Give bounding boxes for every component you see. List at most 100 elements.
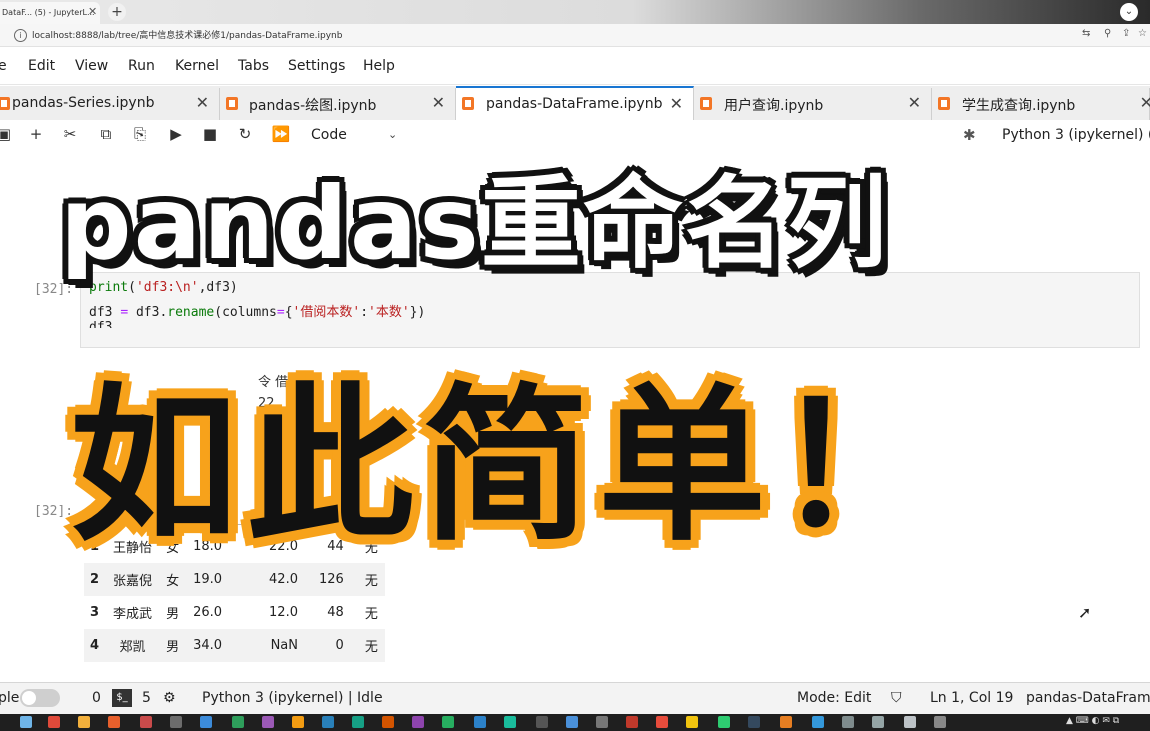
taskbar-app-icon[interactable] — [382, 716, 394, 728]
taskbar-app-icon[interactable] — [322, 716, 334, 728]
simple-mode-toggle[interactable] — [20, 689, 60, 707]
tab-pandas-dataframe[interactable]: pandas-DataFrame.ipynb ✕ — [456, 86, 694, 120]
new-tab-button[interactable]: + — [108, 3, 126, 21]
taskbar-app-icon[interactable] — [504, 716, 516, 728]
banner-subtitle: 如此简单！ — [70, 368, 950, 564]
taskbar-app-icon[interactable] — [842, 716, 854, 728]
address-url[interactable]: localhost:8888/lab/tree/高中信息技术课必修1/panda… — [32, 28, 342, 41]
taskbar-app-icon[interactable] — [626, 716, 638, 728]
stop-icon[interactable]: ■ — [200, 125, 220, 143]
notebook-icon — [700, 97, 712, 110]
bug-icon[interactable]: ✱ — [963, 126, 976, 144]
output-prompt: [32]: — [34, 504, 74, 519]
info-icon[interactable]: i — [14, 29, 27, 42]
taskbar-app-icon[interactable] — [78, 716, 90, 728]
share-icon[interactable]: ⇪ — [1122, 28, 1130, 39]
taskbar-app-icon[interactable] — [20, 716, 32, 728]
notebook-icon — [226, 97, 238, 110]
tab-label: pandas-Series.ipynb — [12, 95, 155, 111]
cursor-position[interactable]: Ln 1, Col 19 — [930, 690, 1013, 706]
tab-label: 学生成查询.ipynb — [962, 98, 1076, 114]
taskbar-app-icon[interactable] — [656, 716, 668, 728]
taskbar-app-icon[interactable] — [352, 716, 364, 728]
taskbar-app-icon[interactable] — [718, 716, 730, 728]
kernel-status[interactable]: Python 3 (ipykernel) | Idle — [202, 690, 383, 706]
tab-user-query[interactable]: 用户查询.ipynb ✕ — [694, 88, 932, 120]
translate-icon[interactable]: ⇆ — [1082, 28, 1090, 39]
taskbar-app-icon[interactable] — [292, 716, 304, 728]
taskbar-app-icon[interactable] — [536, 716, 548, 728]
taskbar-app-icon[interactable] — [442, 716, 454, 728]
mouse-cursor-icon: ➚ — [1078, 603, 1092, 622]
taskbar-app-icon[interactable] — [200, 716, 212, 728]
save-icon[interactable]: ▣ — [0, 125, 14, 143]
menu-file[interactable]: e — [0, 58, 7, 74]
cut-icon[interactable]: ✂ — [60, 125, 80, 143]
tab-label: pandas-绘图.ipynb — [249, 98, 377, 114]
menu-settings[interactable]: Settings — [288, 58, 345, 74]
taskbar-app-icon[interactable] — [140, 716, 152, 728]
tab-label: pandas-DataFrame.ipynb — [486, 96, 663, 112]
close-icon[interactable]: ✕ — [1140, 93, 1150, 112]
taskbar-app-icon[interactable] — [872, 716, 884, 728]
taskbar-app-icon[interactable] — [232, 716, 244, 728]
paste-icon[interactable]: ⎘ — [130, 125, 150, 143]
tab-label: 用户查询.ipynb — [724, 98, 824, 114]
banner-title: pandas重命名列 — [60, 165, 889, 282]
close-icon[interactable]: ✕ — [908, 93, 921, 112]
chevron-down-icon[interactable]: ⌄ — [1120, 3, 1138, 21]
taskbar-app-icon[interactable] — [780, 716, 792, 728]
fast-forward-icon[interactable]: ⏩ — [271, 125, 291, 143]
cell-type-select[interactable]: Code — [311, 127, 347, 143]
taskbar-app-icon[interactable] — [48, 716, 60, 728]
close-icon[interactable]: ✕ — [432, 93, 445, 112]
kernel-count: 5 — [142, 690, 151, 706]
taskbar-app-icon[interactable] — [170, 716, 182, 728]
taskbar-app-icon[interactable] — [412, 716, 424, 728]
taskbar-app-icon[interactable] — [474, 716, 486, 728]
browser-tab[interactable]: DataF... (5) - JupyterL... — [0, 2, 100, 24]
terminal-count: 0 — [92, 690, 101, 706]
menu-run[interactable]: Run — [128, 58, 155, 74]
system-tray[interactable]: ▲ ⌨ ◐ ✉ ⧉ — [1066, 716, 1119, 726]
copy-icon[interactable]: ⧉ — [96, 125, 116, 143]
shield-icon[interactable]: ⛉ — [891, 690, 902, 706]
menu-kernel[interactable]: Kernel — [175, 58, 219, 74]
simple-mode-label: ple — [0, 690, 20, 706]
taskbar-app-icon[interactable] — [812, 716, 824, 728]
browser-tab-strip — [0, 0, 1150, 24]
chevron-down-icon[interactable]: ⌄ — [388, 128, 397, 141]
menu-tabs[interactable]: Tabs — [238, 58, 269, 74]
taskbar-app-icon[interactable] — [262, 716, 274, 728]
menu-view[interactable]: View — [75, 58, 108, 74]
tab-pandas-plot[interactable]: pandas-绘图.ipynb ✕ — [220, 88, 456, 120]
kernel-gear-icon[interactable]: ⚙ — [163, 690, 176, 706]
run-icon[interactable]: ▶ — [166, 125, 186, 143]
taskbar-app-icon[interactable] — [904, 716, 916, 728]
code-line-3: df3 — [89, 320, 113, 328]
tab-student-query[interactable]: 学生成查询.ipynb ✕ — [932, 88, 1150, 120]
close-icon[interactable]: ✕ — [196, 93, 209, 112]
kernel-name[interactable]: Python 3 (ipykernel) ( — [1002, 127, 1150, 143]
restart-icon[interactable]: ↻ — [235, 125, 255, 143]
tab-pandas-series[interactable]: pandas-Series.ipynb ✕ — [0, 88, 220, 120]
current-file: pandas-DataFrame — [1026, 690, 1150, 706]
menu-help[interactable]: Help — [363, 58, 395, 74]
terminal-icon[interactable]: $_ — [112, 689, 132, 707]
taskbar-app-icon[interactable] — [934, 716, 946, 728]
code-line-2: df3 = df3.rename(columns={'借阅本数':'本数'}) — [89, 305, 426, 320]
taskbar-app-icon[interactable] — [686, 716, 698, 728]
table-row: 3 李成武男 26.0 12.0 48 无 — [90, 605, 378, 622]
insert-cell-icon[interactable]: + — [26, 125, 46, 143]
close-icon[interactable]: ✕ — [88, 6, 97, 17]
editor-mode: Mode: Edit — [797, 690, 872, 706]
taskbar-app-icon[interactable] — [108, 716, 120, 728]
menu-edit[interactable]: Edit — [28, 58, 55, 74]
taskbar-app-icon[interactable] — [748, 716, 760, 728]
taskbar-app-icon[interactable] — [566, 716, 578, 728]
table-row: 4 郑凯男 34.0 NaN 0 无 — [84, 629, 385, 662]
taskbar-app-icon[interactable] — [596, 716, 608, 728]
star-icon[interactable]: ☆ — [1138, 28, 1147, 39]
zoom-icon[interactable]: ⚲ — [1104, 28, 1111, 39]
close-icon[interactable]: ✕ — [670, 94, 683, 113]
